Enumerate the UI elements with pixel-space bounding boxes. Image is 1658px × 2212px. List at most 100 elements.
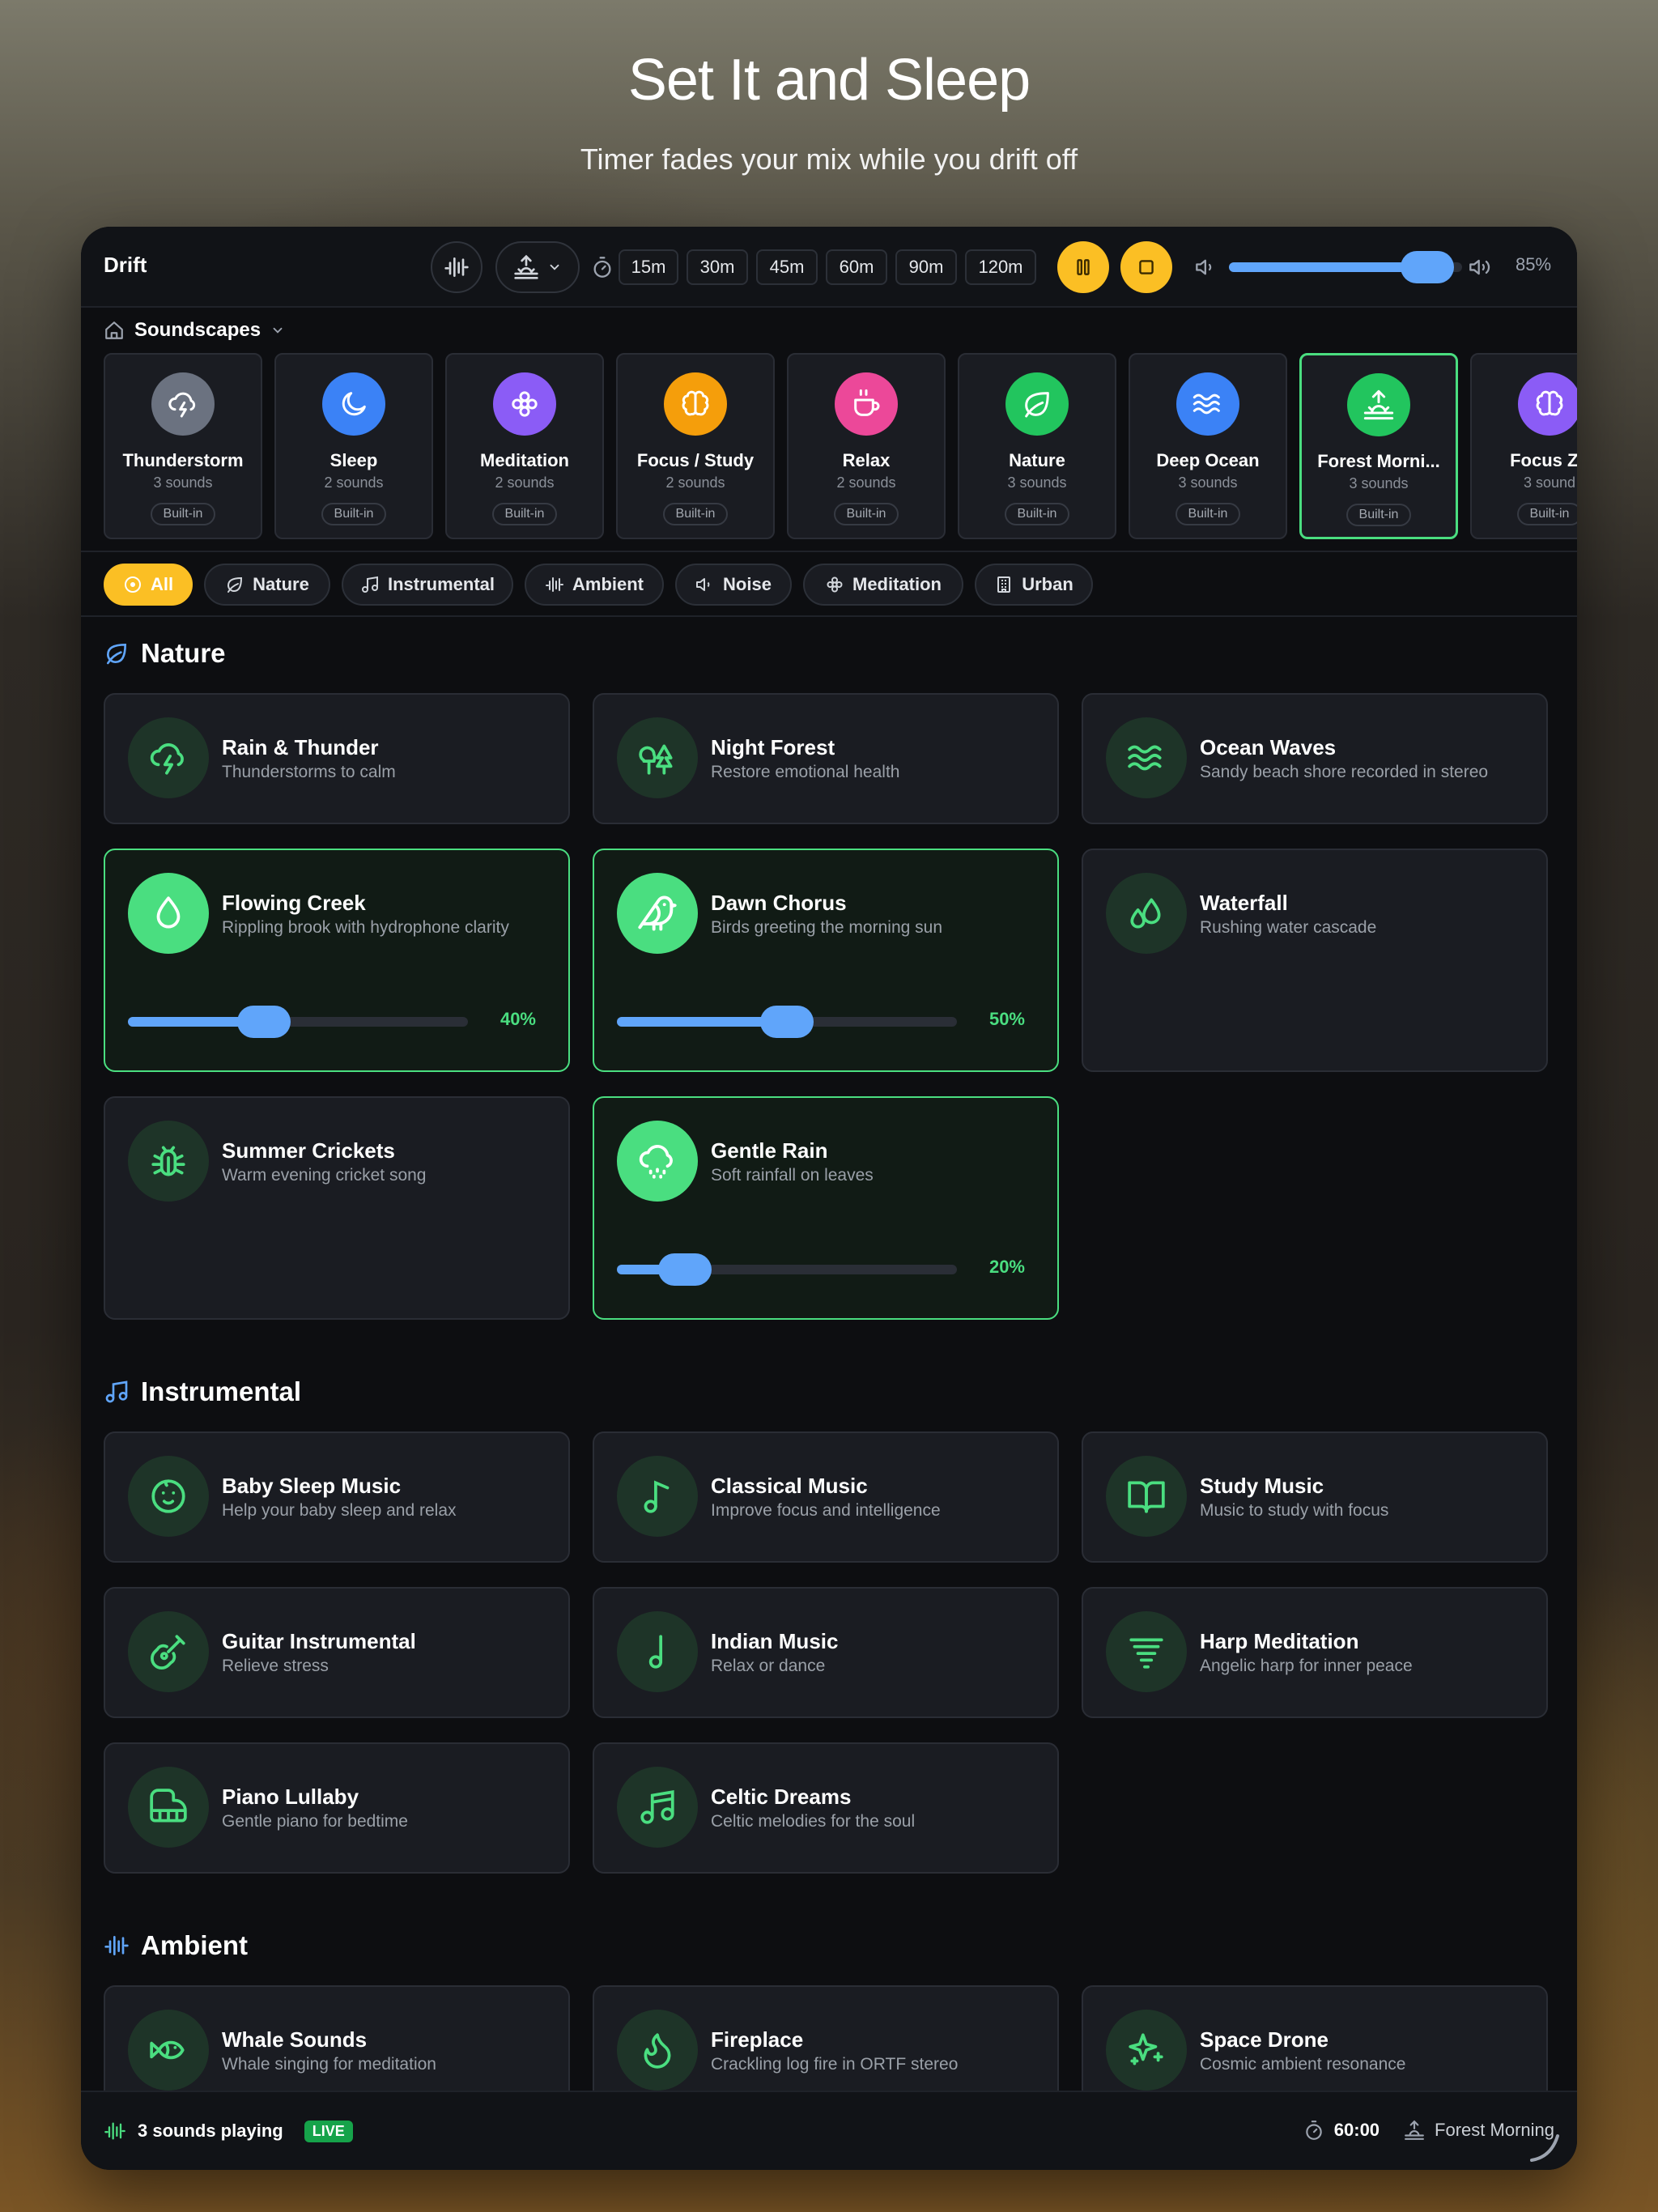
stop-button[interactable] <box>1120 241 1172 293</box>
waves-icon <box>1128 745 1162 771</box>
soundscape-card-sleep[interactable]: Sleep 2 sounds Built-in <box>274 353 433 539</box>
filter-instrumental-chip[interactable]: Instrumental <box>342 564 513 606</box>
sound-volume-slider[interactable] <box>617 1006 957 1038</box>
sound-card-harp-meditation[interactable]: Harp Meditation Angelic harp for inner p… <box>1082 1587 1548 1718</box>
sound-card-classical-music[interactable]: Classical Music Improve focus and intell… <box>593 1431 1059 1563</box>
icon-circle <box>1106 1456 1187 1537</box>
soundscape-card-focus-zo[interactable]: Focus Zo 3 sound Built-in <box>1470 353 1577 539</box>
volume-percent: 85% <box>1516 254 1552 274</box>
built-in-badge: Built-in <box>1004 503 1070 525</box>
filter-urban-chip[interactable]: Urban <box>975 564 1093 606</box>
filter-nature-chip[interactable]: Nature <box>204 564 330 606</box>
filter-ambient-chip[interactable]: Ambient <box>525 564 664 606</box>
sound-card-flowing-creek[interactable]: Flowing Creek Rippling brook with hydrop… <box>104 849 570 1072</box>
soundscape-card-nature[interactable]: Nature 3 sounds Built-in <box>958 353 1116 539</box>
sound-card-dawn-chorus[interactable]: Dawn Chorus Birds greeting the morning s… <box>593 849 1059 1072</box>
sound-card-ocean-waves[interactable]: Ocean Waves Sandy beach shore recorded i… <box>1082 693 1548 824</box>
sound-card-celtic-dreams[interactable]: Celtic Dreams Celtic melodies for the so… <box>593 1742 1059 1874</box>
section-title-instrumental: Instrumental <box>104 1376 301 1407</box>
flower-icon <box>512 391 538 417</box>
sound-card-night-forest[interactable]: Night Forest Restore emotional health <box>593 693 1059 824</box>
waveform-icon <box>104 1936 129 1955</box>
app-window: Drift 15m 30m 45m 60m 90m 120m 85% Sound… <box>81 227 1577 2170</box>
built-in-badge: Built-in <box>321 503 387 525</box>
soundscape-count: 2 sounds <box>324 474 384 491</box>
sound-title: Harp Meditation <box>1200 1629 1359 1653</box>
slider-thumb[interactable] <box>760 1006 814 1038</box>
soundscape-card-relax[interactable]: Relax 2 sounds Built-in <box>787 353 946 539</box>
leaf-icon <box>1025 392 1049 418</box>
timer-60m-button[interactable]: 60m <box>826 249 887 285</box>
sound-volume-slider[interactable] <box>128 1006 468 1038</box>
pause-button[interactable] <box>1057 241 1109 293</box>
sound-card-baby-sleep-music[interactable]: Baby Sleep Music Help your baby sleep an… <box>104 1431 570 1563</box>
sound-card-rain-thunder[interactable]: Rain & Thunder Thunderstorms to calm <box>104 693 570 824</box>
filter-label: Ambient <box>572 574 644 594</box>
built-in-badge: Built-in <box>1516 503 1577 525</box>
soundscape-icon-circle <box>322 372 385 436</box>
soundscape-card-meditation[interactable]: Meditation 2 sounds Built-in <box>445 353 604 539</box>
sound-card-summer-crickets[interactable]: Summer Crickets Warm evening cricket son… <box>104 1096 570 1320</box>
filter-noise-chip[interactable]: Noise <box>675 564 792 606</box>
timer-90m-button[interactable]: 90m <box>895 249 957 285</box>
brain-icon <box>1536 390 1563 416</box>
sound-volume-slider[interactable] <box>617 1253 957 1286</box>
sound-title: Guitar Instrumental <box>222 1629 416 1653</box>
timer-30m-button[interactable]: 30m <box>687 249 748 285</box>
filter-all-chip[interactable]: All <box>104 564 193 606</box>
volume-thumb[interactable] <box>1400 251 1454 283</box>
timer-remaining: 60:00 <box>1333 2120 1380 2140</box>
sound-subtitle: Help your baby sleep and relax <box>222 1501 457 1520</box>
chevron-down-icon <box>273 327 283 334</box>
sound-card-piano-lullaby[interactable]: Piano Lullaby Gentle piano for bedtime <box>104 1742 570 1874</box>
sound-card-indian-music[interactable]: Indian Music Relax or dance <box>593 1587 1059 1718</box>
slider-thumb[interactable] <box>658 1253 712 1286</box>
speaker-icon <box>696 578 710 591</box>
soundscape-card-forest-morni[interactable]: Forest Morni... 3 sounds Built-in <box>1299 353 1458 539</box>
soundscape-count: 2 sounds <box>495 474 555 491</box>
resize-handle-icon[interactable] <box>1527 2128 1562 2163</box>
sound-title: Dawn Chorus <box>711 891 847 915</box>
sparkles-icon <box>1129 2033 1163 2065</box>
soundscape-count: 3 sounds <box>1349 475 1409 491</box>
pause-icon <box>1077 259 1090 275</box>
sound-card-guitar-instrumental[interactable]: Guitar Instrumental Relieve stress <box>104 1587 570 1718</box>
sound-subtitle: Music to study with focus <box>1200 1501 1389 1520</box>
scene-selector[interactable] <box>495 241 580 293</box>
slider-thumb[interactable] <box>237 1006 291 1038</box>
icon-circle <box>128 2010 209 2091</box>
master-volume-slider[interactable] <box>1229 251 1462 283</box>
sound-card-gentle-rain[interactable]: Gentle Rain Soft rainfall on leaves 20% <box>593 1096 1059 1320</box>
sound-subtitle: Celtic melodies for the soul <box>711 1812 916 1831</box>
sound-card-waterfall[interactable]: Waterfall Rushing water cascade <box>1082 849 1548 1072</box>
soundscape-icon-circle <box>1176 372 1239 436</box>
soundscape-icon-circle <box>151 372 215 436</box>
piano-icon <box>150 1789 187 1823</box>
moon-icon <box>342 392 366 416</box>
icon-circle <box>617 1456 698 1537</box>
soundscape-name: Nature <box>1009 450 1065 470</box>
soundscape-card-focus-study[interactable]: Focus / Study 2 sounds Built-in <box>616 353 775 539</box>
flower-icon <box>827 576 843 593</box>
soundscapes-header[interactable]: Soundscapes <box>104 319 285 342</box>
soundscape-card-thunderstorm[interactable]: Thunderstorm 3 sounds Built-in <box>104 353 262 539</box>
soundscape-icon-circle <box>1518 372 1577 436</box>
cloud-lightning-icon <box>168 392 196 418</box>
harp-icon <box>1129 1638 1163 1669</box>
filter-meditation-chip[interactable]: Meditation <box>803 564 963 606</box>
timer-45m-button[interactable]: 45m <box>756 249 818 285</box>
section-title-text: Ambient <box>141 1930 248 1960</box>
sound-card-study-music[interactable]: Study Music Music to study with focus <box>1082 1431 1548 1563</box>
timer-15m-button[interactable]: 15m <box>619 249 678 285</box>
soundscapes-label: Soundscapes <box>134 319 261 341</box>
baby-icon <box>151 1479 185 1513</box>
sound-volume-percent: 20% <box>988 1257 1025 1277</box>
icon-circle <box>1106 717 1187 798</box>
music-icon <box>640 1790 674 1824</box>
soundscape-name: Relax <box>842 450 891 470</box>
mixer-button[interactable] <box>431 241 483 293</box>
hero-subtitle: Timer fades your mix while you drift off <box>580 143 1078 176</box>
soundscape-card-deep-ocean[interactable]: Deep Ocean 3 sounds Built-in <box>1129 353 1287 539</box>
timer-120m-button[interactable]: 120m <box>965 249 1036 285</box>
soundscape-name: Meditation <box>480 450 569 470</box>
